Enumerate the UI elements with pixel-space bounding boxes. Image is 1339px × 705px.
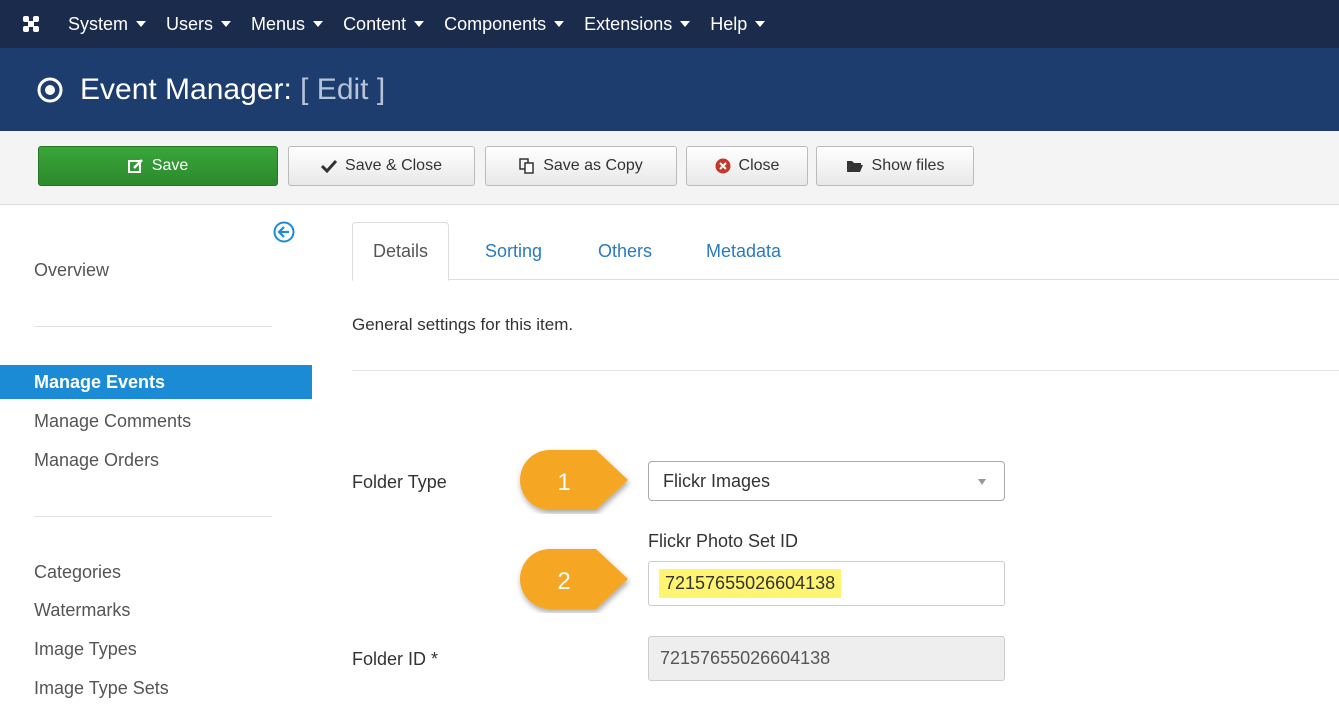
save-as-copy-button[interactable]: Save as Copy xyxy=(485,146,677,186)
show-files-button[interactable]: Show files xyxy=(816,146,974,186)
caret-down-icon xyxy=(680,21,691,27)
collapse-sidebar-icon[interactable] xyxy=(273,221,295,243)
caret-down-icon xyxy=(313,21,324,27)
save-and-close-button[interactable]: Save & Close xyxy=(288,146,475,186)
sidebar-item-overview[interactable]: Overview xyxy=(0,253,312,287)
sidebar-item-watermarks[interactable]: Watermarks xyxy=(0,593,312,627)
menu-menus[interactable]: Menus xyxy=(251,14,324,35)
folder-type-label: Folder Type xyxy=(352,472,447,492)
close-button[interactable]: Close xyxy=(686,146,808,186)
save-button[interactable]: Save xyxy=(38,146,278,186)
menu-extensions[interactable]: Extensions xyxy=(584,14,691,35)
folder-id-label: Folder ID * xyxy=(352,649,439,669)
caret-down-icon xyxy=(554,21,565,27)
callout-number: 2 xyxy=(557,568,570,595)
sidebar-divider xyxy=(34,516,272,517)
dropdown-arrow-icon xyxy=(978,479,986,485)
menu-content[interactable]: Content xyxy=(343,14,425,35)
sidebar-item-manage-events[interactable]: Manage Events xyxy=(0,365,312,399)
toolbar: Save Save & Close Save as Copy Close Sho… xyxy=(0,131,1339,205)
joomla-logo-icon[interactable] xyxy=(14,0,48,48)
menu-system[interactable]: System xyxy=(68,14,147,35)
divider xyxy=(352,370,1339,371)
callout-number: 1 xyxy=(557,469,570,496)
flickr-photo-set-id-input[interactable]: 72157655026604138 xyxy=(648,561,1005,606)
callout-badge-1: 1 xyxy=(520,450,628,510)
menu-users[interactable]: Users xyxy=(166,14,232,35)
sidebar-item-manage-comments[interactable]: Manage Comments xyxy=(0,404,312,438)
edit-icon xyxy=(127,158,144,174)
tab-metadata[interactable]: Metadata xyxy=(706,222,781,280)
top-menu-bar: System Users Menus Content Components Ex… xyxy=(0,0,1339,48)
caret-down-icon xyxy=(414,21,425,27)
sidebar-divider xyxy=(34,326,272,327)
tab-bar: Details Sorting Others Metadata xyxy=(352,222,1339,281)
target-icon xyxy=(37,77,63,102)
caret-down-icon xyxy=(221,21,232,27)
sidebar-item-categories[interactable]: Categories xyxy=(0,555,312,589)
folder-open-icon xyxy=(846,159,864,173)
copy-icon xyxy=(519,158,535,174)
menu-components[interactable]: Components xyxy=(444,14,565,35)
caret-down-icon xyxy=(136,21,147,27)
folder-id-input: 72157655026604138 xyxy=(648,636,1005,681)
sidebar: Overview Manage Events Manage Comments M… xyxy=(0,205,312,698)
close-circle-icon xyxy=(715,158,731,174)
sidebar-item-manage-orders[interactable]: Manage Orders xyxy=(0,443,312,477)
sidebar-item-image-type-sets[interactable]: Image Type Sets xyxy=(0,671,312,705)
tab-others[interactable]: Others xyxy=(598,222,652,280)
highlighted-value: 72157655026604138 xyxy=(659,569,842,598)
sidebar-item-image-types[interactable]: Image Types xyxy=(0,632,312,666)
callout-badge-2: 2 xyxy=(520,549,628,609)
main-content: Details Sorting Others Metadata General … xyxy=(352,205,1339,684)
tab-details[interactable]: Details xyxy=(352,222,450,281)
tab-sorting[interactable]: Sorting xyxy=(485,222,542,280)
tab-description: General settings for this item. xyxy=(352,315,574,334)
menu-help[interactable]: Help xyxy=(710,14,766,35)
flickr-photo-set-id-label: Flickr Photo Set ID xyxy=(648,531,799,551)
checkmark-icon xyxy=(321,159,338,173)
caret-down-icon xyxy=(755,21,766,27)
page-title-bar: Event Manager: [ Edit ] xyxy=(0,48,1339,131)
folder-type-select[interactable]: Flickr Images xyxy=(648,461,1005,501)
page-subtitle: [ Edit ] xyxy=(300,72,386,106)
page-title: Event Manager: [ Edit ] xyxy=(80,72,386,106)
